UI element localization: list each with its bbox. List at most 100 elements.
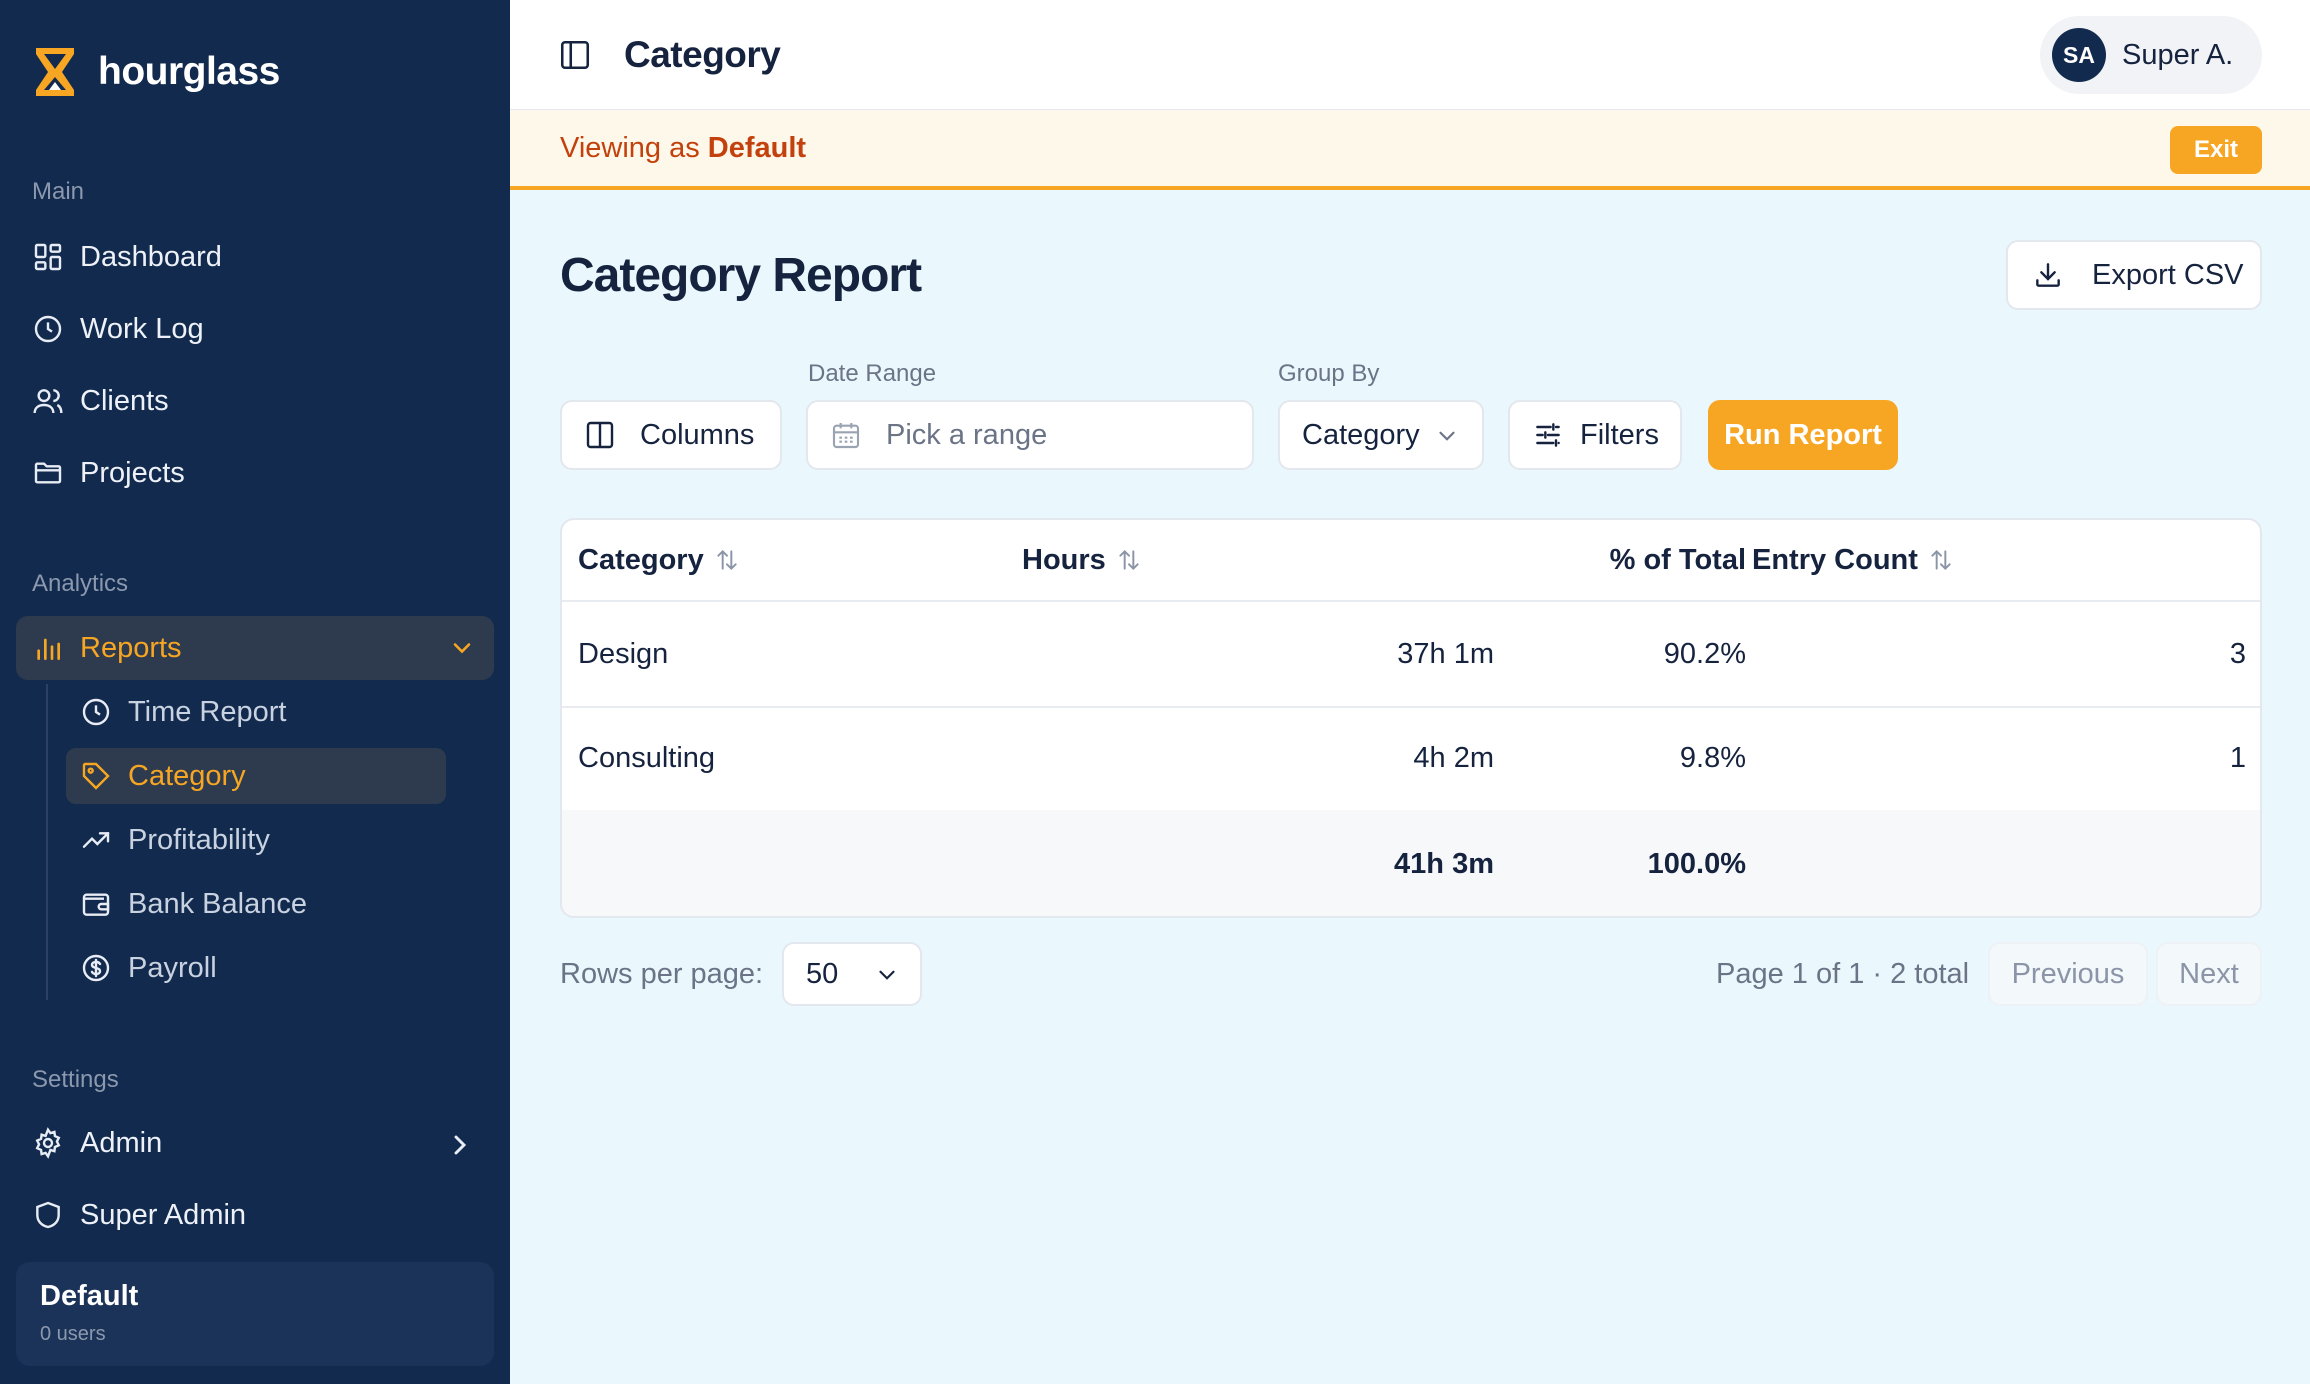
org-user-count: 0 users [40,1323,106,1345]
clock-icon [34,315,62,343]
date-range-placeholder: Pick a range [886,418,1048,451]
previous-page-button[interactable]: Previous [1988,942,2148,1006]
report-table: Category Hours % of Total Entry Count De… [560,518,2262,918]
sidebar-item-projects[interactable]: Projects [32,448,492,498]
cell-percent: 9.8% [1679,741,1746,774]
sidebar-item-reports[interactable]: Reports [16,616,494,680]
column-header-percent: % of Total [1586,520,1746,600]
cell-hours: 37h 1m [1397,637,1494,670]
group-by-value: Category [1302,418,1420,451]
column-header-hours[interactable]: Hours [1022,520,1142,600]
cell-category: Consulting [578,741,716,774]
sort-icon [1931,549,1951,571]
sidebar-item-label: Clients [80,384,169,417]
column-header-label: Entry Count [1752,543,1918,576]
sidebar-item-label: Super Admin [80,1198,247,1231]
column-header-label: Category [578,543,704,576]
subnav-line [46,684,48,1000]
column-header-label: Hours [1022,543,1106,576]
rows-per-page-select[interactable]: 50 [782,942,922,1006]
sort-icon [717,549,737,571]
column-header-entry-count[interactable]: Entry Count [1752,520,1954,600]
page-title: Category [624,34,781,75]
brand-name: hourglass [98,50,280,93]
sidebar-item-bank-balance[interactable]: Bank Balance [66,876,446,932]
filters-button[interactable]: Filters [1508,400,1682,470]
section-label-settings: Settings [32,1066,119,1093]
user-name: Super A. [2122,38,2234,71]
calendar-icon [832,423,860,449]
cell-percent: 90.2% [1663,637,1746,670]
group-by-select[interactable]: Category [1278,400,1484,470]
group-by-label: Group By [1278,360,1380,387]
trending-up-icon [82,832,110,848]
sidebar-item-category[interactable]: Category [66,748,446,804]
folder-icon [34,462,62,484]
sidebar-item-label: Admin [80,1126,163,1159]
report-title: Category Report [560,249,922,302]
columns-button[interactable]: Columns [560,400,782,470]
sidebar-item-profitability[interactable]: Profitability [66,812,446,868]
rows-per-page-value: 50 [806,957,839,990]
sidebar-item-label: Time Report [128,695,287,728]
bar-chart-icon [37,638,60,660]
sidebar-item-dashboard[interactable]: Dashboard [32,232,492,282]
date-range-input[interactable]: Pick a range [806,400,1254,470]
cell-entry-count: 3 [2229,637,2246,670]
export-csv-label: Export CSV [2092,258,2244,291]
banner-text: Viewing as Default [560,132,806,165]
banner-prefix: Viewing as [560,132,700,164]
cell-entry-count: 1 [2229,741,2246,774]
brand[interactable]: hourglass [32,46,280,98]
total-percent: 100.0% [1647,847,1746,880]
sidebar-item-clients[interactable]: Clients [32,376,492,426]
sidebar-item-label: Work Log [80,312,204,345]
download-icon [2036,263,2060,287]
org-name: Default [40,1280,139,1312]
sidebar-toggle-icon[interactable] [558,38,592,72]
chevron-right-icon [454,1135,467,1155]
user-menu[interactable]: SA Super A. [2040,16,2262,94]
exit-button[interactable]: Exit [2170,126,2262,174]
date-range-label: Date Range [808,360,937,387]
sidebar-item-label: Reports [80,631,182,664]
dashboard-icon [34,243,62,271]
chevron-down-icon[interactable] [448,634,476,662]
export-csv-button[interactable]: Export CSV [2006,240,2262,310]
sidebar-item-admin[interactable]: Admin [32,1118,492,1168]
shield-icon [36,1201,60,1229]
sidebar-item-label: Payroll [128,951,217,984]
next-page-button[interactable]: Next [2156,942,2262,1006]
total-hours: 41h 3m [1394,847,1494,880]
sidebar-item-label: Category [128,759,246,792]
sidebar-item-label: Bank Balance [128,887,307,920]
rows-per-page-label: Rows per page: [560,958,764,990]
clock-icon [82,698,110,726]
sidebar-item-time-report[interactable]: Time Report [66,684,446,740]
sidebar: hourglass Main Dashboard Work Log Client… [0,0,510,1384]
sidebar-item-payroll[interactable]: Payroll [66,940,446,996]
column-header-category[interactable]: Category [578,520,740,600]
sort-icon [1119,549,1139,571]
banner-org: Default [707,132,807,164]
sidebar-item-work-log[interactable]: Work Log [32,304,492,354]
sidebar-item-label: Projects [80,456,185,489]
chevron-down-icon [879,970,895,980]
column-header-label: % of Total [1609,543,1746,576]
avatar: SA [2052,28,2106,82]
impersonation-banner: Viewing as Default Exit [510,110,2310,190]
hourglass-logo-icon [36,48,74,96]
sidebar-item-label: Dashboard [80,240,222,273]
chevron-down-icon [1439,431,1455,441]
columns-label: Columns [640,418,755,451]
gear-icon [35,1127,61,1159]
cell-hours: 4h 2m [1413,741,1494,774]
section-label-analytics: Analytics [32,570,129,597]
top-bar: Category SA Super A. [510,0,2310,110]
run-report-button[interactable]: Run Report [1708,400,1898,470]
org-switcher[interactable]: Default 0 users [16,1262,494,1366]
sliders-icon [1536,423,1560,447]
sidebar-item-super-admin[interactable]: Super Admin [32,1190,492,1240]
users-icon [33,389,63,414]
sidebar-item-label: Profitability [128,823,270,856]
